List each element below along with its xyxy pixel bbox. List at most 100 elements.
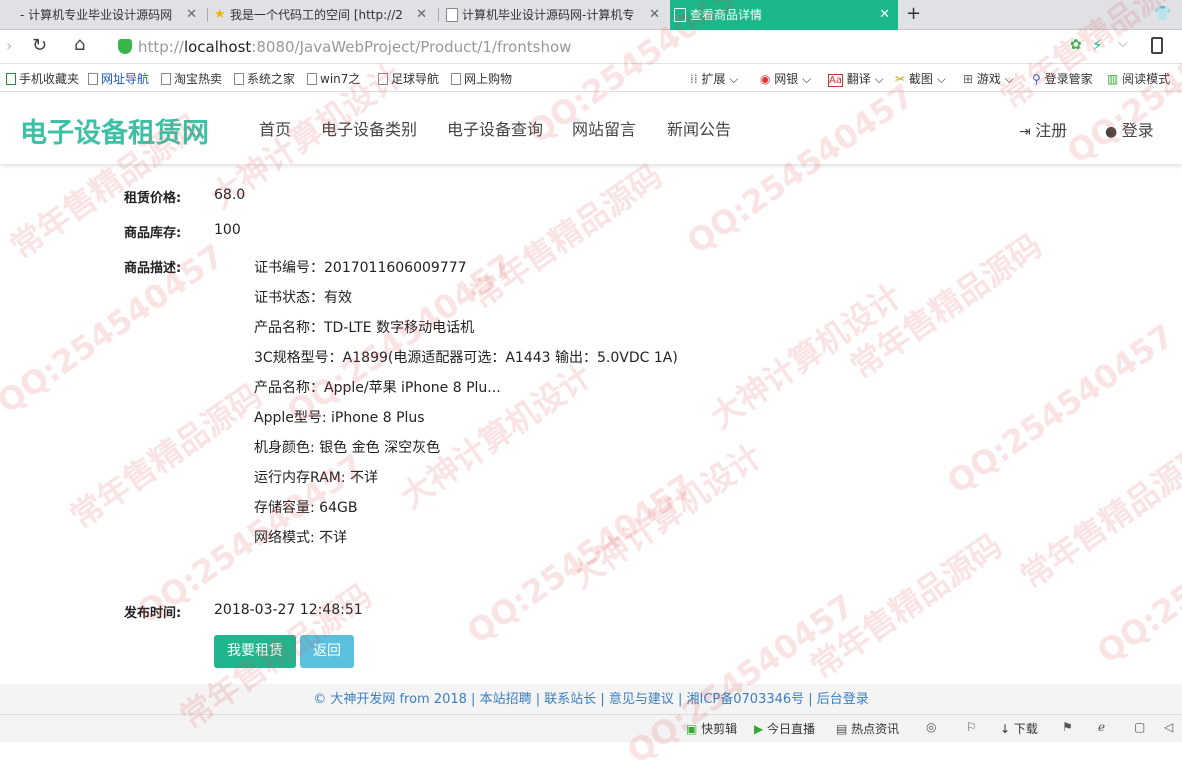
watermark-text: QQ:254540457 <box>1090 486 1182 672</box>
bookmark-nav[interactable]: 网址导航 <box>88 70 149 87</box>
tool-bank[interactable]: ◉ 网银 ⌵ <box>760 70 811 87</box>
site-footer[interactable]: © 大神开发网 from 2018 | 本站招聘 | 联系站长 | 意见与建议 … <box>0 684 1182 714</box>
play-icon: ▣ <box>686 722 702 736</box>
tab-bar: - 计算机专业毕业设计源码网 ✕ ★ 我是一个代码工的空间 [http://2 … <box>0 0 1182 30</box>
status-bar: ▣ 快剪辑 ▶ 今日直播 ▤ 热点资讯 ◎ ⚐ ↓ 下载 ⚑ ℯ ▢ ◁ <box>0 714 1182 742</box>
page-icon <box>307 73 317 85</box>
desc-line: 存储容量: 64GB <box>254 500 358 516</box>
nav-category[interactable]: 电子设备类别 <box>321 116 417 140</box>
bookmarks-bar: 手机收藏夹 网址导航 淘宝热卖 系统之家 win7之 足球导航 网上购物 ⁞⁞ … <box>0 64 1182 92</box>
address-bar: › ↻ ⌂ http://localhost:8080/JavaWebProje… <box>0 30 1182 64</box>
tool-login-manager[interactable]: ⚲ 登录管家 <box>1032 70 1093 87</box>
tab-4-label: 查看商品详情 <box>690 8 763 22</box>
watermark-text: 大神计算机设计 <box>703 276 909 437</box>
time-value: 2018-03-27 12:48:51 <box>214 602 363 618</box>
status-clip[interactable]: ▣ 快剪辑 <box>686 720 737 737</box>
page-icon <box>88 73 98 85</box>
watermark-text: 常年售精品源码 <box>803 526 1009 687</box>
grid-icon: ⁞⁞ <box>690 72 702 86</box>
bookmark-shopping[interactable]: 网上购物 <box>451 70 512 87</box>
status-download[interactable]: ↓ 下载 <box>1000 720 1038 737</box>
desc-line: Apple型号: iPhone 8 Plus <box>254 410 425 426</box>
watermark-text: QQ:254540457 <box>0 236 231 422</box>
price-label: 租赁价格: <box>124 191 182 206</box>
status-news[interactable]: ▤ 热点资讯 <box>836 720 899 737</box>
reload-icon[interactable]: ↻ <box>32 35 47 56</box>
window-icon[interactable]: ▢ <box>1134 720 1145 734</box>
stock-value: 100 <box>214 222 241 238</box>
desc-line: 运行内存RAM: 不详 <box>254 470 378 486</box>
sign-in-icon: ⇥ <box>1019 124 1036 140</box>
sound-icon[interactable]: ◁ <box>1164 720 1173 734</box>
bookmark-mobile[interactable]: 手机收藏夹 <box>6 70 79 87</box>
register-link[interactable]: ⇥ 注册 <box>1019 117 1067 141</box>
watermark-text: 常年售精品源码 <box>1013 436 1182 597</box>
tab-4-active[interactable]: 查看商品详情 ✕ <box>670 0 898 30</box>
pin-icon[interactable]: ⚐ <box>966 720 977 734</box>
scissors-icon: ✂ <box>895 72 909 86</box>
speed-icon[interactable]: ◎ <box>926 720 936 734</box>
play-circle-icon: ▶ <box>754 722 768 736</box>
desc-line: 3C规格型号：A1899(电源适配器可选：A1443 输出：5.0VDC 1A) <box>254 350 678 366</box>
nav-message[interactable]: 网站留言 <box>572 116 636 140</box>
new-tab-button[interactable]: + <box>906 3 921 24</box>
watermark-text: QQ:254540457 <box>940 316 1181 502</box>
close-icon[interactable]: ✕ <box>649 0 660 30</box>
security-icon[interactable]: ✿ <box>1070 37 1082 53</box>
tab-2[interactable]: ★ 我是一个代码工的空间 [http://2 ✕ <box>210 0 435 30</box>
site-logo[interactable]: 电子设备租赁网 <box>20 111 209 150</box>
tool-reader[interactable]: ▥ 阅读模式 <box>1107 70 1170 87</box>
shield-icon <box>118 39 132 54</box>
nav-home[interactable]: 首页 <box>259 116 291 140</box>
close-icon[interactable]: ✕ <box>186 0 197 30</box>
url-box[interactable]: http://localhost:8080/JavaWebProject/Pro… <box>110 34 1140 60</box>
nav-news[interactable]: 新闻公告 <box>667 116 731 140</box>
home-icon[interactable]: ⌂ <box>74 34 85 55</box>
desc-line: 机身颜色: 银色 金色 深空灰色 <box>254 440 441 456</box>
translate-icon: Aa <box>828 74 843 87</box>
bookmark-football[interactable]: 足球导航 <box>378 70 439 87</box>
tool-screenshot[interactable]: ✂ 截图 ⌵ <box>895 70 946 87</box>
forward-icon[interactable]: › <box>6 36 12 55</box>
nav-search[interactable]: 电子设备查询 <box>447 116 543 140</box>
url-input[interactable]: http://localhost:8080/JavaWebProject/Pro… <box>138 38 571 56</box>
desc-line: 证书状态：有效 <box>254 290 352 306</box>
news-icon: ▤ <box>836 722 852 736</box>
page-icon <box>378 73 388 85</box>
tool-games[interactable]: ⊞ 游戏 ⌵ <box>963 70 1014 87</box>
tab-3[interactable]: 计算机毕业设计源码网-计算机专 ✕ <box>442 0 668 30</box>
ie-icon[interactable]: ℯ <box>1098 720 1105 734</box>
tool-translate[interactable]: Aa 翻译 ⌵ <box>828 70 884 87</box>
time-label: 发布时间: <box>124 606 182 621</box>
stock-label: 商品库存: <box>124 226 182 241</box>
phone-icon[interactable] <box>1151 37 1163 54</box>
bank-icon: ◉ <box>760 72 775 86</box>
bookmark-taobao[interactable]: 淘宝热卖 <box>161 70 222 87</box>
status-live[interactable]: ▶ 今日直播 <box>754 720 815 737</box>
close-icon[interactable]: ✕ <box>879 0 890 30</box>
page-icon <box>446 8 458 22</box>
rent-button[interactable]: 我要租赁 <box>214 635 296 668</box>
watermark-text: 常年售精品源码 <box>463 156 669 317</box>
key-icon: ⚲ <box>1032 72 1045 86</box>
bookmark-win7[interactable]: win7之 <box>307 70 360 87</box>
desc-label: 商品描述: <box>124 261 182 276</box>
gamepad-icon: ⊞ <box>963 72 977 86</box>
page-icon <box>674 8 686 22</box>
login-link[interactable]: ● 登录 <box>1105 117 1154 141</box>
desc-line: 产品名称：Apple/苹果 iPhone 8 Plu... <box>254 380 501 396</box>
folder-icon <box>6 73 16 85</box>
lightning-icon[interactable]: ⚡ <box>1092 36 1103 54</box>
page-icon <box>451 73 461 85</box>
price-value: 68.0 <box>214 187 246 203</box>
back-button[interactable]: 返回 <box>300 635 354 668</box>
flag-icon[interactable]: ⚑ <box>1062 720 1073 734</box>
bookmark-xtzj[interactable]: 系统之家 <box>234 70 295 87</box>
tab-1[interactable]: - 计算机专业毕业设计源码网 ✕ <box>0 0 205 30</box>
chevron-down-icon[interactable]: ⌵ <box>1118 36 1128 51</box>
watermark-text: QQ:254540457 <box>620 586 861 771</box>
shirt-icon[interactable]: 👕 <box>1154 6 1171 22</box>
close-icon[interactable]: ✕ <box>416 0 427 30</box>
download-icon: ↓ <box>1000 722 1014 736</box>
tool-extension[interactable]: ⁞⁞ 扩展 ⌵ <box>690 70 738 87</box>
